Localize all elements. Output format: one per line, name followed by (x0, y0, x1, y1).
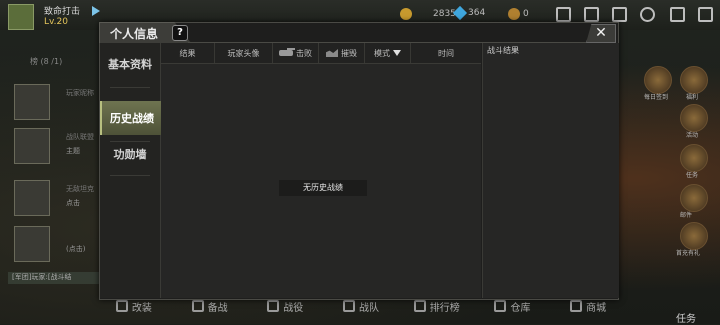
medal-counter: 0 (508, 8, 529, 20)
mail-icon[interactable] (612, 7, 627, 22)
rank-icon[interactable] (670, 7, 685, 22)
ranking-icon (413, 300, 426, 312)
wreck-icon (326, 49, 338, 57)
col-result: 结果 (161, 43, 215, 63)
col-kills-label: 击败 (296, 48, 312, 58)
cart-icon (570, 300, 583, 312)
list-item-sub: 点击 (66, 199, 80, 207)
nav-label: 商城 (586, 302, 607, 314)
nav-label: 战役 (283, 302, 304, 314)
col-time: 时间 (438, 48, 454, 58)
wrench-icon (115, 300, 128, 312)
warehouse-icon (494, 300, 507, 312)
medal-value: 0 (523, 9, 529, 19)
event-icon[interactable] (680, 104, 708, 132)
col-kills: 击败 (273, 43, 319, 63)
nav-label: 排行榜 (429, 302, 460, 314)
diamond-value: 364 (468, 8, 486, 18)
nav-label: 仓库 (510, 302, 531, 314)
badge-icon (14, 226, 50, 262)
tab-merit-wall[interactable]: 功勋墙 (100, 137, 160, 171)
first-recharge-label: 首充有礼 (676, 250, 701, 257)
skull-icon (191, 300, 204, 312)
coin-icon (400, 8, 412, 20)
medal-icon (508, 8, 520, 20)
nav-label: 备战 (207, 302, 228, 314)
list-item[interactable]: (点击) (14, 226, 102, 262)
gear-icon[interactable] (640, 7, 655, 22)
welfare-icon[interactable] (680, 66, 708, 94)
battle-result-title: 战斗结果 (487, 46, 519, 55)
event-label: 活动 (686, 132, 699, 139)
list-item-title: 战队联盟 (66, 133, 94, 141)
exit-icon[interactable] (698, 7, 713, 22)
nav-label: 战队 (359, 302, 380, 314)
dialog-title: 个人信息 (110, 27, 159, 41)
badge-icon (14, 128, 50, 164)
col-destroys-label: 摧毁 (341, 48, 357, 58)
side-tabs: 基本资料 历史战绩 功勋墙 (100, 43, 162, 298)
divider (110, 175, 150, 176)
player-name: 致命打击 (44, 7, 81, 17)
close-button[interactable]: ✕ (586, 24, 616, 43)
sword-icon (267, 300, 280, 312)
list-item[interactable]: 战队联盟 主题 (14, 128, 102, 164)
col-destroys: 摧毁 (319, 43, 365, 63)
list-item[interactable]: 无敌坦克 点击 (14, 180, 102, 216)
list-item-sub: 主题 (66, 147, 80, 155)
first-recharge-icon[interactable] (680, 222, 708, 250)
envelope-icon[interactable] (680, 184, 708, 212)
task-button[interactable]: 任务 (676, 310, 696, 325)
help-icon[interactable]: ? (172, 25, 188, 41)
table-header: 结果 玩家头像 击败 摧毁 模式 时间 (161, 43, 481, 64)
col-mode-label: 模式 (374, 48, 390, 58)
col-avatar: 玩家头像 (215, 43, 273, 63)
list-item-title: 无敌坦克 (66, 185, 94, 193)
personal-info-dialog: 个人信息 ? ✕ 基本资料 历史战绩 功勋墙 结果 玩家头像 击败 摧毁 模式 (99, 22, 619, 300)
avatar (14, 84, 50, 120)
list-item-sub: (点击) (66, 245, 86, 253)
chevron-down-icon (393, 50, 401, 56)
tab-basic-info[interactable]: 基本资料 (100, 47, 160, 81)
quest-icon[interactable] (680, 144, 708, 172)
history-table: 结果 玩家头像 击败 摧毁 模式 时间 无历史战绩 (161, 43, 481, 298)
shop-icon[interactable] (584, 7, 599, 22)
left-list-title: 榜 (8 /1) (30, 57, 63, 66)
welfare-label: 福利 (686, 94, 699, 101)
empty-message: 无历史战绩 (279, 180, 367, 196)
tank-icon (279, 48, 295, 56)
list-item-title: 玩家昵称 (66, 89, 94, 97)
signin-label: 每日签到 (644, 94, 669, 101)
dialog-titlebar (188, 23, 590, 43)
team-icon (343, 300, 356, 312)
gold-counter: 28350 (400, 8, 462, 20)
diamond-icon (452, 5, 468, 21)
envelope-label: 邮件 (680, 212, 693, 219)
nav-label: 改装 (131, 302, 152, 314)
play-icon[interactable] (92, 6, 100, 16)
badge-icon (14, 180, 50, 216)
quest-label: 任务 (686, 172, 699, 179)
signin-icon[interactable] (644, 66, 672, 94)
col-mode[interactable]: 模式 (365, 43, 411, 63)
add-icon[interactable] (556, 7, 571, 22)
diamond-counter: 364 (452, 5, 486, 21)
battle-result-panel: 战斗结果 (482, 43, 619, 298)
player-avatar[interactable] (8, 4, 34, 30)
divider (110, 87, 150, 88)
list-item[interactable]: 玩家昵称 (14, 84, 102, 120)
tab-history[interactable]: 历史战绩 (100, 101, 162, 135)
player-level: Lv.20 (44, 17, 68, 27)
